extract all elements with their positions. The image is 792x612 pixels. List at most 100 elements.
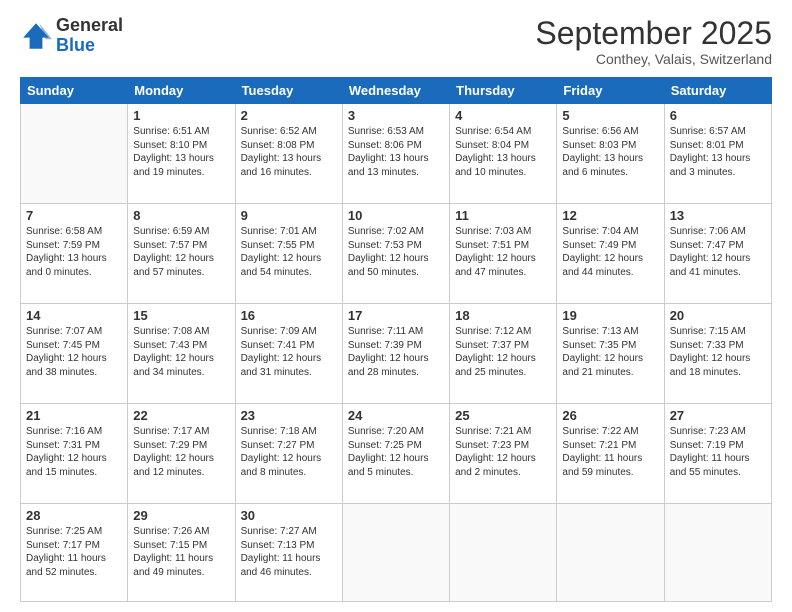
daylight: Daylight: 13 hours and 0 minutes. bbox=[26, 252, 122, 279]
sunrise: Sunrise: 7:21 AM bbox=[455, 425, 551, 439]
day-number: 27 bbox=[670, 408, 766, 423]
daylight: Daylight: 12 hours and 25 minutes. bbox=[455, 352, 551, 379]
sunset: Sunset: 8:10 PM bbox=[133, 139, 229, 153]
calendar-week-row: 28 Sunrise: 7:25 AM Sunset: 7:17 PM Dayl… bbox=[21, 504, 772, 602]
day-number: 25 bbox=[455, 408, 551, 423]
sunset: Sunset: 7:31 PM bbox=[26, 439, 122, 453]
day-number: 22 bbox=[133, 408, 229, 423]
day-number: 3 bbox=[348, 108, 444, 123]
daylight: Daylight: 11 hours and 59 minutes. bbox=[562, 452, 658, 479]
day-number: 4 bbox=[455, 108, 551, 123]
sunrise: Sunrise: 6:51 AM bbox=[133, 125, 229, 139]
day-number: 28 bbox=[26, 508, 122, 523]
cell-content: Sunrise: 7:09 AM Sunset: 7:41 PM Dayligh… bbox=[241, 325, 337, 379]
calendar-week-row: 14 Sunrise: 7:07 AM Sunset: 7:45 PM Dayl… bbox=[21, 304, 772, 404]
sunset: Sunset: 7:55 PM bbox=[241, 239, 337, 253]
daylight: Daylight: 12 hours and 34 minutes. bbox=[133, 352, 229, 379]
calendar-cell: 12 Sunrise: 7:04 AM Sunset: 7:49 PM Dayl… bbox=[557, 204, 664, 304]
calendar-week-row: 7 Sunrise: 6:58 AM Sunset: 7:59 PM Dayli… bbox=[21, 204, 772, 304]
sunset: Sunset: 8:01 PM bbox=[670, 139, 766, 153]
sunset: Sunset: 7:57 PM bbox=[133, 239, 229, 253]
calendar-cell bbox=[450, 504, 557, 602]
cell-content: Sunrise: 6:59 AM Sunset: 7:57 PM Dayligh… bbox=[133, 225, 229, 279]
page: General Blue September 2025 Conthey, Val… bbox=[0, 0, 792, 612]
calendar-cell: 28 Sunrise: 7:25 AM Sunset: 7:17 PM Dayl… bbox=[21, 504, 128, 602]
day-number: 7 bbox=[26, 208, 122, 223]
sunset: Sunset: 7:13 PM bbox=[241, 539, 337, 553]
calendar-cell: 16 Sunrise: 7:09 AM Sunset: 7:41 PM Dayl… bbox=[235, 304, 342, 404]
daylight: Daylight: 11 hours and 52 minutes. bbox=[26, 552, 122, 579]
cell-content: Sunrise: 6:51 AM Sunset: 8:10 PM Dayligh… bbox=[133, 125, 229, 179]
sunrise: Sunrise: 6:59 AM bbox=[133, 225, 229, 239]
daylight: Daylight: 12 hours and 31 minutes. bbox=[241, 352, 337, 379]
sunrise: Sunrise: 7:11 AM bbox=[348, 325, 444, 339]
calendar-cell: 8 Sunrise: 6:59 AM Sunset: 7:57 PM Dayli… bbox=[128, 204, 235, 304]
day-number: 13 bbox=[670, 208, 766, 223]
sunrise: Sunrise: 6:56 AM bbox=[562, 125, 658, 139]
cell-content: Sunrise: 7:01 AM Sunset: 7:55 PM Dayligh… bbox=[241, 225, 337, 279]
cell-content: Sunrise: 6:58 AM Sunset: 7:59 PM Dayligh… bbox=[26, 225, 122, 279]
day-number: 29 bbox=[133, 508, 229, 523]
day-number: 18 bbox=[455, 308, 551, 323]
calendar-cell: 11 Sunrise: 7:03 AM Sunset: 7:51 PM Dayl… bbox=[450, 204, 557, 304]
calendar-cell: 18 Sunrise: 7:12 AM Sunset: 7:37 PM Dayl… bbox=[450, 304, 557, 404]
cell-content: Sunrise: 7:03 AM Sunset: 7:51 PM Dayligh… bbox=[455, 225, 551, 279]
sunset: Sunset: 7:45 PM bbox=[26, 339, 122, 353]
calendar-header-row: Sunday Monday Tuesday Wednesday Thursday… bbox=[21, 78, 772, 104]
sunrise: Sunrise: 7:12 AM bbox=[455, 325, 551, 339]
title-block: September 2025 Conthey, Valais, Switzerl… bbox=[535, 16, 772, 67]
sunrise: Sunrise: 7:03 AM bbox=[455, 225, 551, 239]
daylight: Daylight: 12 hours and 18 minutes. bbox=[670, 352, 766, 379]
sunrise: Sunrise: 7:27 AM bbox=[241, 525, 337, 539]
cell-content: Sunrise: 7:11 AM Sunset: 7:39 PM Dayligh… bbox=[348, 325, 444, 379]
daylight: Daylight: 12 hours and 28 minutes. bbox=[348, 352, 444, 379]
calendar-cell: 7 Sunrise: 6:58 AM Sunset: 7:59 PM Dayli… bbox=[21, 204, 128, 304]
sunset: Sunset: 7:39 PM bbox=[348, 339, 444, 353]
cell-content: Sunrise: 7:04 AM Sunset: 7:49 PM Dayligh… bbox=[562, 225, 658, 279]
cell-content: Sunrise: 7:08 AM Sunset: 7:43 PM Dayligh… bbox=[133, 325, 229, 379]
header-monday: Monday bbox=[128, 78, 235, 104]
sunrise: Sunrise: 7:26 AM bbox=[133, 525, 229, 539]
daylight: Daylight: 11 hours and 55 minutes. bbox=[670, 452, 766, 479]
daylight: Daylight: 12 hours and 38 minutes. bbox=[26, 352, 122, 379]
calendar-cell: 22 Sunrise: 7:17 AM Sunset: 7:29 PM Dayl… bbox=[128, 404, 235, 504]
daylight: Daylight: 12 hours and 2 minutes. bbox=[455, 452, 551, 479]
cell-content: Sunrise: 7:17 AM Sunset: 7:29 PM Dayligh… bbox=[133, 425, 229, 479]
day-number: 21 bbox=[26, 408, 122, 423]
day-number: 23 bbox=[241, 408, 337, 423]
cell-content: Sunrise: 7:18 AM Sunset: 7:27 PM Dayligh… bbox=[241, 425, 337, 479]
sunrise: Sunrise: 7:08 AM bbox=[133, 325, 229, 339]
sunrise: Sunrise: 7:01 AM bbox=[241, 225, 337, 239]
cell-content: Sunrise: 7:16 AM Sunset: 7:31 PM Dayligh… bbox=[26, 425, 122, 479]
sunrise: Sunrise: 7:18 AM bbox=[241, 425, 337, 439]
day-number: 17 bbox=[348, 308, 444, 323]
cell-content: Sunrise: 7:20 AM Sunset: 7:25 PM Dayligh… bbox=[348, 425, 444, 479]
calendar-cell bbox=[21, 104, 128, 204]
calendar-cell: 15 Sunrise: 7:08 AM Sunset: 7:43 PM Dayl… bbox=[128, 304, 235, 404]
sunset: Sunset: 7:53 PM bbox=[348, 239, 444, 253]
sunset: Sunset: 8:06 PM bbox=[348, 139, 444, 153]
calendar-cell: 23 Sunrise: 7:18 AM Sunset: 7:27 PM Dayl… bbox=[235, 404, 342, 504]
calendar-cell: 10 Sunrise: 7:02 AM Sunset: 7:53 PM Dayl… bbox=[342, 204, 449, 304]
sunrise: Sunrise: 7:16 AM bbox=[26, 425, 122, 439]
daylight: Daylight: 13 hours and 6 minutes. bbox=[562, 152, 658, 179]
calendar-table: Sunday Monday Tuesday Wednesday Thursday… bbox=[20, 77, 772, 602]
sunrise: Sunrise: 6:53 AM bbox=[348, 125, 444, 139]
daylight: Daylight: 12 hours and 57 minutes. bbox=[133, 252, 229, 279]
calendar-cell: 24 Sunrise: 7:20 AM Sunset: 7:25 PM Dayl… bbox=[342, 404, 449, 504]
calendar-cell: 19 Sunrise: 7:13 AM Sunset: 7:35 PM Dayl… bbox=[557, 304, 664, 404]
cell-content: Sunrise: 7:02 AM Sunset: 7:53 PM Dayligh… bbox=[348, 225, 444, 279]
cell-content: Sunrise: 7:26 AM Sunset: 7:15 PM Dayligh… bbox=[133, 525, 229, 579]
daylight: Daylight: 12 hours and 41 minutes. bbox=[670, 252, 766, 279]
sunset: Sunset: 7:35 PM bbox=[562, 339, 658, 353]
sunrise: Sunrise: 6:57 AM bbox=[670, 125, 766, 139]
calendar-cell: 13 Sunrise: 7:06 AM Sunset: 7:47 PM Dayl… bbox=[664, 204, 771, 304]
cell-content: Sunrise: 6:52 AM Sunset: 8:08 PM Dayligh… bbox=[241, 125, 337, 179]
sunset: Sunset: 8:03 PM bbox=[562, 139, 658, 153]
sunset: Sunset: 8:04 PM bbox=[455, 139, 551, 153]
cell-content: Sunrise: 7:06 AM Sunset: 7:47 PM Dayligh… bbox=[670, 225, 766, 279]
sunset: Sunset: 7:17 PM bbox=[26, 539, 122, 553]
sunset: Sunset: 7:19 PM bbox=[670, 439, 766, 453]
sunset: Sunset: 7:41 PM bbox=[241, 339, 337, 353]
cell-content: Sunrise: 6:53 AM Sunset: 8:06 PM Dayligh… bbox=[348, 125, 444, 179]
